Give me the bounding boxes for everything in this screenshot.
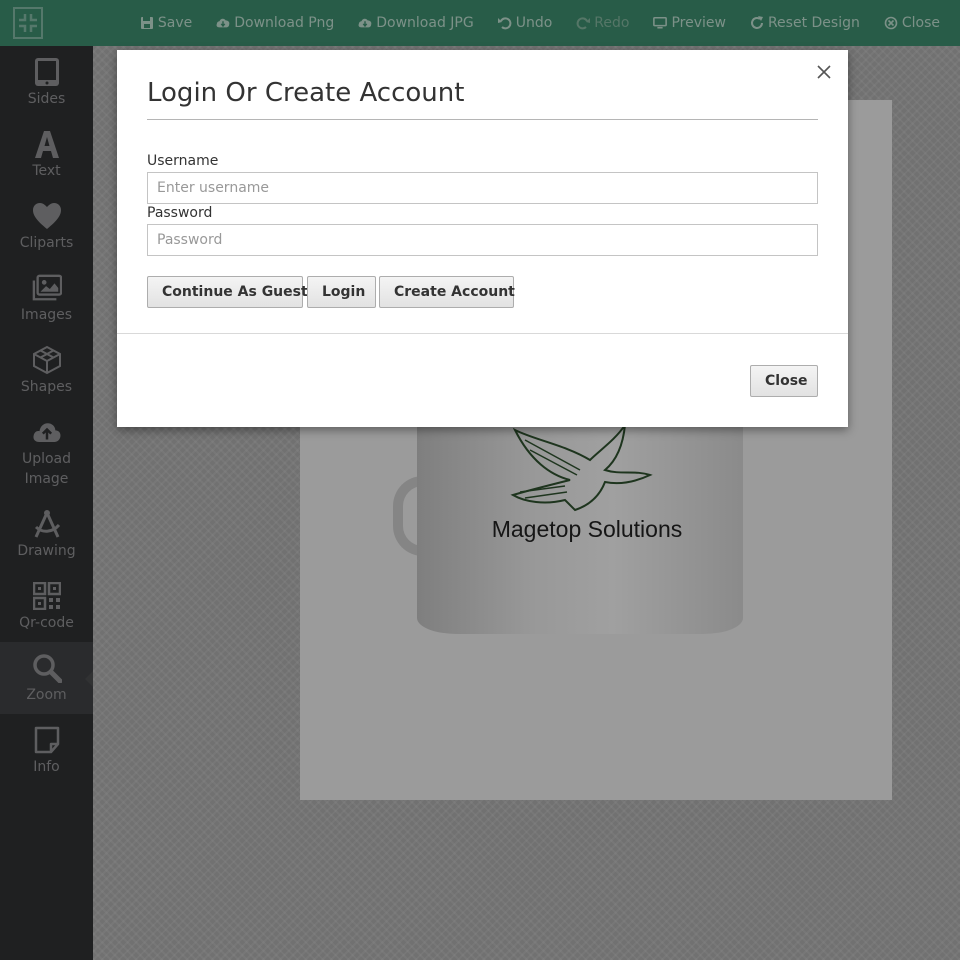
password-label: Password (147, 205, 213, 221)
password-input[interactable] (147, 224, 818, 256)
close-modal-button[interactable]: Close (750, 365, 818, 397)
login-button[interactable]: Login (307, 276, 376, 308)
modal-close-x-button[interactable] (814, 62, 834, 82)
create-account-button[interactable]: Create Account (379, 276, 515, 308)
login-modal: Login Or Create Account Username Passwor… (117, 50, 848, 427)
username-label: Username (147, 153, 219, 169)
username-input[interactable] (147, 172, 818, 204)
close-icon (817, 65, 831, 79)
footer-divider (117, 333, 848, 334)
continue-as-guest-button[interactable]: Continue As Guest (147, 276, 308, 308)
modal-title: Login Or Create Account (147, 78, 465, 108)
title-divider (147, 119, 818, 120)
